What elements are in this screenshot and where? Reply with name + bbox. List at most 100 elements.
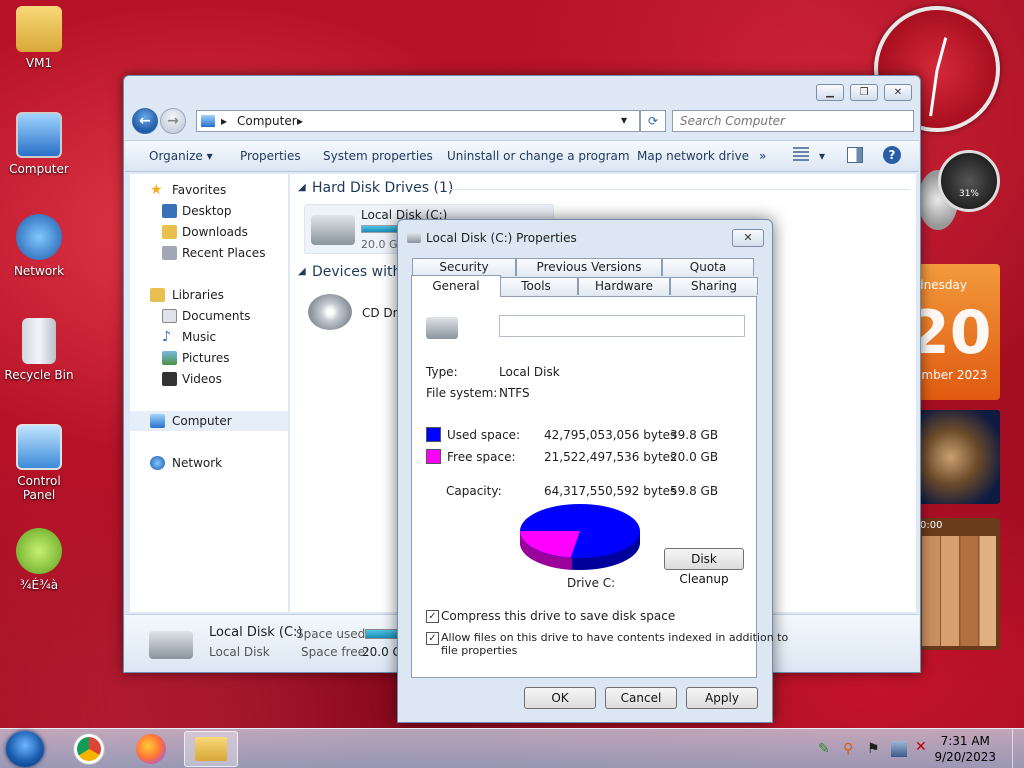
action-center-flag-icon[interactable]: ⚑ bbox=[867, 741, 883, 757]
tab-previous-versions[interactable]: Previous Versions bbox=[516, 258, 662, 276]
desktop-icon-recycle-bin[interactable]: Recycle Bin bbox=[0, 318, 78, 382]
sidebar-item-network[interactable]: Network bbox=[130, 453, 288, 473]
desktop-icon-computer[interactable]: Computer bbox=[0, 112, 78, 176]
view-dropdown-icon[interactable]: ▾ bbox=[819, 149, 825, 163]
recycle-bin-icon bbox=[22, 318, 56, 364]
sidebar-item-pictures[interactable]: Pictures bbox=[130, 348, 288, 368]
breadcrumb-separator[interactable]: ▸ bbox=[221, 114, 227, 128]
explorer-folder-icon bbox=[195, 737, 227, 761]
computer-small-icon bbox=[201, 115, 215, 127]
map-network-drive-button[interactable]: Map network drive bbox=[637, 149, 749, 163]
desktop-icon-control-panel[interactable]: Control Panel bbox=[0, 424, 78, 502]
space-free-label: Space free: bbox=[301, 645, 370, 659]
network-tray-icon[interactable] bbox=[891, 741, 907, 757]
group-header-hard-disk-drives[interactable]: Hard Disk Drives (1) bbox=[312, 180, 453, 196]
capacity-gb: 59.8 GB bbox=[670, 484, 719, 498]
show-desktop-button[interactable] bbox=[1012, 729, 1024, 768]
sidebar-item-downloads[interactable]: Downloads bbox=[130, 222, 288, 242]
back-button[interactable]: ← bbox=[132, 108, 158, 134]
taskbar-explorer-icon[interactable] bbox=[184, 731, 238, 767]
tab-quota[interactable]: Quota bbox=[662, 258, 754, 276]
properties-dialog[interactable]: Local Disk (C:) Properties ✕ Security Pr… bbox=[397, 219, 788, 723]
pen-tray-icon[interactable]: ✎ bbox=[818, 741, 834, 757]
folder-user-icon bbox=[16, 6, 62, 52]
address-bar[interactable]: ▸ Computer ▸ ▾ bbox=[196, 110, 640, 132]
breadcrumb-separator[interactable]: ▸ bbox=[297, 114, 303, 128]
tab-security[interactable]: Security bbox=[412, 258, 516, 276]
clock-time: 7:31 AM bbox=[940, 734, 990, 748]
sidebar-item-documents[interactable]: Documents bbox=[130, 306, 288, 326]
disk-cleanup-button[interactable]: Disk Cleanup bbox=[664, 548, 744, 586]
cancel-button[interactable]: Cancel bbox=[605, 687, 677, 709]
sidebar-item-videos[interactable]: Videos bbox=[130, 369, 288, 389]
calendar-gadget[interactable]: dnesday 20 ember 2023 bbox=[918, 264, 1000, 400]
picture-puzzle-gadget[interactable]: 0:00 bbox=[918, 518, 1000, 650]
group-expand-icon[interactable]: ◢ bbox=[298, 182, 306, 193]
calendar-date-number: 20 bbox=[918, 298, 992, 368]
ok-button[interactable]: OK bbox=[524, 687, 596, 709]
calendar-month: ember 2023 bbox=[918, 368, 988, 382]
group-expand-icon[interactable]: ◢ bbox=[298, 266, 306, 277]
sidebar-label: Music bbox=[182, 330, 217, 344]
minimize-button[interactable]: ▁ bbox=[816, 84, 844, 101]
taskbar-firefox-icon[interactable] bbox=[126, 731, 176, 767]
type-label: Type: bbox=[426, 365, 458, 379]
volume-muted-icon[interactable]: ✕ bbox=[915, 739, 933, 757]
tab-sharing[interactable]: Sharing bbox=[670, 277, 758, 295]
start-button[interactable] bbox=[6, 731, 44, 767]
taskbar-chrome-icon[interactable] bbox=[64, 731, 114, 767]
sidebar-label: Network bbox=[172, 456, 223, 470]
sidebar-item-recent-places[interactable]: Recent Places bbox=[130, 243, 288, 263]
network-icon bbox=[150, 456, 165, 470]
properties-button[interactable]: Properties bbox=[240, 149, 301, 163]
more-commands-button[interactable]: » bbox=[759, 149, 766, 163]
search-tray-icon[interactable]: ⚲ bbox=[843, 741, 859, 757]
group-header-devices[interactable]: Devices with bbox=[312, 264, 401, 280]
pictures-icon bbox=[162, 351, 177, 365]
apply-button[interactable]: Apply bbox=[686, 687, 758, 709]
slideshow-gadget[interactable] bbox=[918, 410, 1000, 504]
help-icon[interactable]: ? bbox=[883, 146, 901, 164]
tab-tools[interactable]: Tools bbox=[494, 277, 578, 295]
sidebar-item-libraries[interactable]: Libraries bbox=[130, 285, 288, 305]
breadcrumb-computer[interactable]: Computer bbox=[237, 114, 297, 128]
chrome-icon bbox=[73, 733, 105, 765]
refresh-button[interactable]: ⟳ bbox=[640, 110, 666, 132]
maximize-button[interactable]: ❐ bbox=[850, 84, 878, 101]
search-input[interactable]: Search Computer bbox=[672, 110, 914, 132]
forward-button[interactable]: → bbox=[160, 108, 186, 134]
sidebar-item-favorites[interactable]: ★ Favorites bbox=[130, 180, 288, 200]
index-checkbox[interactable]: ✓ bbox=[426, 632, 439, 645]
sidebar-item-music[interactable]: ♪ Music bbox=[130, 327, 288, 347]
uninstall-program-button[interactable]: Uninstall or change a program bbox=[447, 149, 630, 163]
divider bbox=[426, 409, 742, 410]
sidebar-item-desktop[interactable]: Desktop bbox=[130, 201, 288, 221]
tab-general[interactable]: General bbox=[411, 275, 501, 297]
explorer-titlebar[interactable] bbox=[124, 76, 920, 106]
desktop-icon-vm1[interactable]: VM1 bbox=[0, 6, 78, 70]
system-properties-button[interactable]: System properties bbox=[323, 149, 433, 163]
file-system-value: NTFS bbox=[499, 386, 530, 400]
preview-pane-icon[interactable] bbox=[847, 147, 863, 163]
compress-label: Compress this drive to save disk space bbox=[441, 609, 676, 623]
desktop-icon-network[interactable]: Network bbox=[0, 214, 78, 278]
compress-checkbox[interactable]: ✓ bbox=[426, 610, 439, 623]
dialog-close-button[interactable]: ✕ bbox=[732, 229, 764, 247]
clock-date: 9/20/2023 bbox=[934, 750, 996, 764]
desktop-icon-label: Network bbox=[13, 264, 65, 278]
disk-usage-pie-chart bbox=[519, 504, 640, 570]
cpu-meter-gadget[interactable]: 31% bbox=[938, 150, 1000, 212]
puzzle-grid[interactable] bbox=[922, 536, 996, 646]
address-dropdown-icon[interactable]: ▾ bbox=[621, 113, 627, 127]
sidebar-label: Recent Places bbox=[182, 246, 266, 260]
clock[interactable]: 7:31 AM 9/20/2023 bbox=[934, 733, 996, 765]
desktop-icon-shortcut[interactable]: ¾É¾à bbox=[0, 528, 78, 592]
tab-hardware[interactable]: Hardware bbox=[578, 277, 670, 295]
volume-label-input[interactable] bbox=[499, 315, 745, 337]
close-button[interactable]: ✕ bbox=[884, 84, 912, 101]
sidebar-item-computer[interactable]: Computer bbox=[130, 411, 288, 431]
firefox-icon bbox=[136, 734, 166, 764]
organize-button[interactable]: Organize ▾ bbox=[149, 149, 213, 163]
type-value: Local Disk bbox=[499, 365, 560, 379]
change-view-icon[interactable] bbox=[793, 147, 809, 163]
